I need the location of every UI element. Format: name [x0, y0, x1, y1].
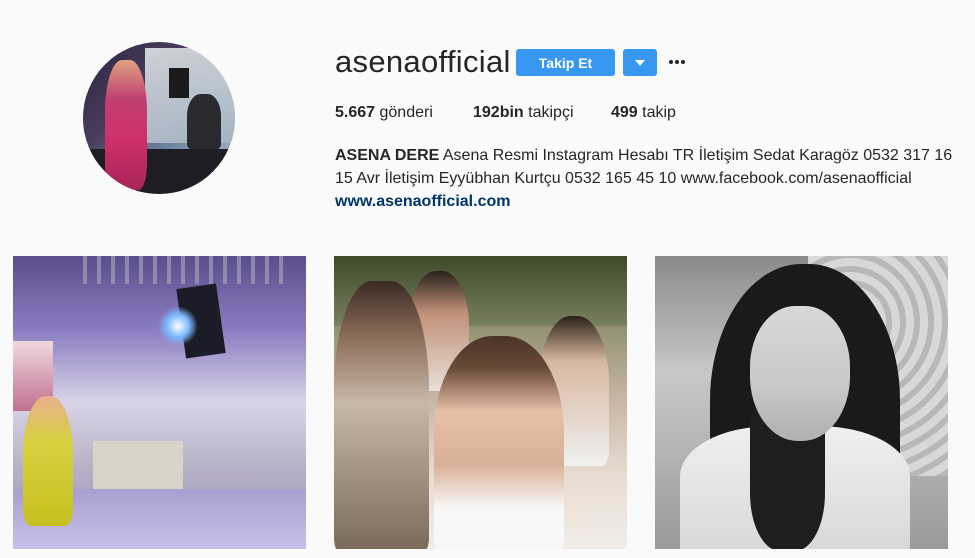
avatar-dancer [105, 60, 147, 190]
bio-website-link[interactable]: www.asenaofficial.com [335, 190, 955, 213]
followers-stat[interactable]: 192bin takipçi [473, 104, 611, 122]
profile-username: asenaofficial [335, 44, 511, 79]
following-count: 499 [611, 104, 638, 121]
following-stat[interactable]: 499 takip [611, 104, 676, 122]
suggestions-dropdown-button[interactable] [623, 49, 657, 76]
followers-label: takipçi [528, 104, 574, 121]
post-thumbnail[interactable] [13, 256, 306, 549]
avatar-musician [187, 94, 221, 149]
posts-count: 5.667 [335, 104, 376, 121]
profile-avatar[interactable] [83, 42, 235, 194]
profile-stats: 5.667 gönderi 192bin takipçi 499 takip [335, 104, 676, 122]
posts-count-stat: 5.667 gönderi [335, 104, 473, 122]
bio-name: ASENA DERE [335, 147, 440, 164]
following-label: takip [642, 104, 676, 121]
profile-bio: ASENA DERE Asena Resmi Instagram Hesabı … [335, 144, 955, 213]
chevron-down-icon [635, 59, 645, 66]
followers-count: 192bin [473, 104, 524, 121]
posts-label: gönderi [379, 104, 433, 121]
follow-button[interactable]: Takip Et [516, 49, 615, 76]
avatar-speaker [169, 68, 189, 98]
more-options-button[interactable] [668, 52, 686, 72]
more-options-icon [669, 60, 673, 64]
post-thumbnail[interactable] [655, 256, 948, 549]
post-thumbnail[interactable] [334, 256, 627, 549]
